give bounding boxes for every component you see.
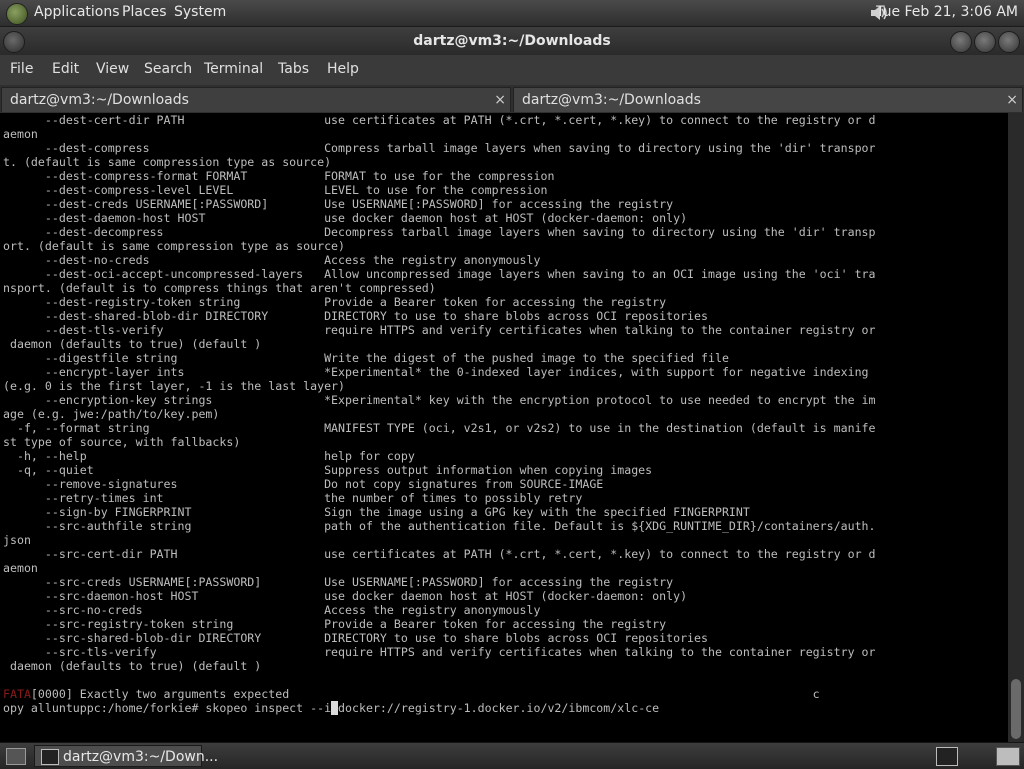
- terminal-line: -q, --quiet Suppress output information …: [16, 463, 653, 477]
- close-window-icon[interactable]: [998, 31, 1020, 53]
- terminal-line: --src-authfile string path of the authen…: [44, 519, 876, 533]
- tray-terminal-icon[interactable]: [936, 747, 958, 766]
- terminal-scrollbar[interactable]: [1008, 113, 1024, 742]
- terminal-line: --encryption-key strings *Experimental* …: [44, 393, 876, 407]
- terminal-line: daemon (defaults to true) (default ): [9, 337, 262, 351]
- terminal-cursor: [331, 701, 339, 715]
- terminal-line: -f, --format string MANIFEST TYPE (oci, …: [16, 421, 876, 435]
- terminal-prompt-line[interactable]: opy alluntuppc:/home/forkie# skopeo insp…: [3, 701, 659, 715]
- terminal-line: ort. (default is same compression type a…: [3, 239, 346, 253]
- error-message: [0000] Exactly two arguments expected c: [30, 687, 820, 701]
- prompt-command-text: docker://registry-1.docker.io/v2/ibmcom/…: [338, 701, 660, 715]
- terminal-line: daemon (defaults to true) (default ): [9, 659, 262, 673]
- window-title: dartz@vm3:~/Downloads: [413, 33, 611, 49]
- terminal-line: --dest-cert-dir PATH use certificates at…: [44, 113, 876, 127]
- window-menu-icon[interactable]: [3, 31, 25, 53]
- menu-tabs[interactable]: Tabs: [278, 61, 309, 77]
- distro-logo-icon[interactable]: [6, 3, 28, 25]
- terminal-line: --digestfile string Write the digest of …: [44, 351, 729, 365]
- tab-label: dartz@vm3:~/Downloads: [10, 92, 189, 108]
- terminal-line: aemon: [3, 127, 38, 141]
- taskbar-item-label: dartz@vm3:~/Down...: [63, 749, 219, 765]
- terminal-line: --dest-compress-level LEVEL LEVEL to use…: [44, 183, 548, 197]
- terminal-line: --dest-daemon-host HOST use docker daemo…: [44, 211, 688, 225]
- terminal-line: --dest-shared-blob-dir DIRECTORY DIRECTO…: [44, 309, 708, 323]
- terminal-line: --encrypt-layer ints *Experimental* the …: [44, 365, 869, 379]
- terminal-line: --sign-by FINGERPRINT Sign the image usi…: [44, 505, 750, 519]
- terminal-line: nsport. (default is to compress things t…: [3, 281, 436, 295]
- top-panel: Applications Places System Tue Feb 21, 3…: [0, 0, 1024, 27]
- terminal-line: --src-tls-verify require HTTPS and verif…: [44, 645, 876, 659]
- prompt-command-text: opy alluntuppc:/home/forkie# skopeo insp…: [3, 701, 332, 715]
- workspace-switcher[interactable]: [996, 747, 1020, 766]
- tab-close-icon[interactable]: ×: [1006, 88, 1018, 113]
- terminal-line: --src-no-creds Access the registry anony…: [44, 603, 541, 617]
- terminal-line: --src-creds USERNAME[:PASSWORD] Use USER…: [44, 575, 674, 589]
- terminal-line: --src-shared-blob-dir DIRECTORY DIRECTOR…: [44, 631, 708, 645]
- terminal-line: aemon: [3, 561, 38, 575]
- terminal-line: t. (default is same compression type as …: [3, 155, 332, 169]
- bottom-panel: dartz@vm3:~/Down...: [0, 742, 1024, 769]
- terminal-line: --src-registry-token string Provide a Be…: [44, 617, 667, 631]
- menu-search[interactable]: Search: [144, 61, 192, 77]
- tab-label: dartz@vm3:~/Downloads: [522, 92, 701, 108]
- panel-clock[interactable]: Tue Feb 21, 3:06 AM: [876, 4, 1018, 20]
- fatal-prefix: FATA: [3, 687, 31, 701]
- scrollbar-thumb[interactable]: [1011, 679, 1021, 739]
- minimize-icon[interactable]: [950, 31, 972, 53]
- terminal-line: -h, --help help for copy: [16, 449, 415, 463]
- window-titlebar[interactable]: dartz@vm3:~/Downloads: [0, 27, 1024, 55]
- terminal-line: st type of source, with fallbacks): [3, 435, 241, 449]
- menu-terminal[interactable]: Terminal: [204, 61, 263, 77]
- taskbar-item-terminal[interactable]: dartz@vm3:~/Down...: [34, 745, 218, 767]
- terminal-output[interactable]: --dest-cert-dir PATH use certificates at…: [0, 113, 1008, 742]
- terminal-error-line: FATA[0000] Exactly two arguments expecte…: [3, 687, 820, 701]
- terminal-line: --dest-creds USERNAME[:PASSWORD] Use USE…: [44, 197, 674, 211]
- terminal-text: --dest-cert-dir PATH use certificates at…: [3, 113, 876, 715]
- terminal-line: --dest-compress-format FORMAT FORMAT to …: [44, 169, 555, 183]
- system-menu[interactable]: System: [174, 4, 226, 20]
- menu-file[interactable]: File: [10, 61, 33, 77]
- terminal-line: --remove-signatures Do not copy signatur…: [44, 477, 604, 491]
- show-desktop-icon[interactable]: [6, 748, 26, 765]
- tab-close-icon[interactable]: ×: [494, 88, 506, 113]
- terminal-line: (e.g. 0 is the first layer, -1 is the la…: [3, 379, 346, 393]
- terminal-icon: [41, 749, 59, 765]
- tab-bar: dartz@vm3:~/Downloads × dartz@vm3:~/Down…: [0, 85, 1024, 113]
- terminal-line: --dest-tls-verify require HTTPS and veri…: [44, 323, 876, 337]
- tab-terminal-1[interactable]: dartz@vm3:~/Downloads ×: [1, 87, 511, 112]
- terminal-line: --retry-times int the number of times to…: [44, 491, 583, 505]
- terminal-line: age (e.g. jwe:/path/to/key.pem): [3, 407, 220, 421]
- menu-view[interactable]: View: [96, 61, 129, 77]
- terminal-line: --dest-no-creds Access the registry anon…: [44, 253, 541, 267]
- menu-edit[interactable]: Edit: [52, 61, 79, 77]
- terminal-line: json: [3, 533, 31, 547]
- tab-terminal-2[interactable]: dartz@vm3:~/Downloads ×: [513, 87, 1023, 112]
- terminal-line: --src-daemon-host HOST use docker daemon…: [44, 589, 688, 603]
- places-menu[interactable]: Places: [122, 4, 167, 20]
- terminal-line: --dest-registry-token string Provide a B…: [44, 295, 667, 309]
- terminal-line: --dest-compress Compress tarball image l…: [44, 141, 876, 155]
- maximize-icon[interactable]: [974, 31, 996, 53]
- terminal-line: --dest-oci-accept-uncompressed-layers Al…: [44, 267, 876, 281]
- terminal-line: --src-cert-dir PATH use certificates at …: [44, 547, 876, 561]
- menubar: File Edit View Search Terminal Tabs Help: [0, 55, 1024, 85]
- terminal-line: --dest-decompress Decompress tarball ima…: [44, 225, 876, 239]
- menu-help[interactable]: Help: [327, 61, 359, 77]
- applications-menu[interactable]: Applications: [34, 4, 120, 20]
